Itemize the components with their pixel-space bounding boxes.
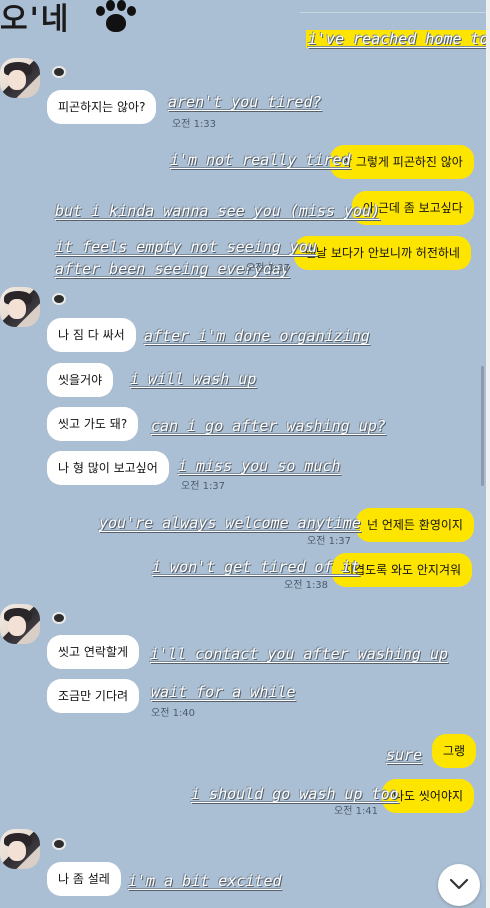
translation-caption: wait for a while — [151, 683, 296, 701]
message-bubble-incoming[interactable]: 나 형 많이 보고싶어 — [47, 451, 169, 485]
timestamp: 오전 1:37 — [181, 481, 226, 492]
timestamp: 오전 1:33 — [172, 119, 217, 130]
timestamp: 오전 1:40 — [151, 708, 196, 719]
chat-title: 오'네 — [0, 2, 71, 37]
profile-badge-icon — [52, 838, 66, 850]
chat-screen: 오'네 i've reached home too 피곤하지는 않아? aren… — [0, 0, 486, 908]
message-bubble-incoming[interactable]: 조금만 기다려 — [47, 679, 140, 713]
translation-caption: after i'm done organizing — [144, 327, 370, 345]
paw-icon — [94, 0, 138, 36]
avatar[interactable] — [0, 287, 40, 327]
translation-caption: you're always welcome anytime — [99, 514, 361, 532]
profile-badge-icon — [52, 66, 66, 78]
translation-caption: i'll contact you after washing up — [150, 645, 449, 663]
message-bubble-incoming[interactable]: 씻고 연락할게 — [47, 635, 140, 669]
chevron-down-icon — [449, 878, 469, 890]
translation-caption: i won't get tired of it — [152, 558, 360, 576]
translation-caption: can i go after washing up? — [151, 417, 386, 435]
avatar[interactable] — [0, 604, 40, 644]
translation-caption: i miss you so much — [178, 457, 341, 475]
translation-caption: sure — [386, 746, 423, 764]
scroll-to-bottom-button[interactable] — [438, 864, 480, 906]
translation-caption: i will wash up — [130, 370, 257, 388]
message-bubble-incoming[interactable]: 씻고 가도 돼? — [47, 407, 139, 441]
translation-caption: it feels empty not seeing you — [55, 238, 317, 256]
translation-caption: i should go wash up too — [191, 785, 399, 803]
message-bubble-outgoing[interactable]: 맨날 보다가 안보니까 허전하네 — [294, 236, 471, 270]
timestamp: 오전 1:37 — [246, 263, 291, 274]
message-bubble-incoming[interactable]: 나 좀 설레 — [47, 862, 121, 896]
timestamp: 오전 1:37 — [307, 536, 352, 547]
avatar[interactable] — [0, 829, 40, 869]
message-bubble-incoming[interactable]: 나 짐 다 싸서 — [47, 318, 136, 352]
message-bubble-outgoing[interactable]: 그랭 — [432, 734, 477, 768]
timestamp: 오전 1:41 — [334, 806, 379, 817]
translation-caption: i'm not really tired — [170, 151, 351, 169]
message-bubble-outgoing[interactable]: 막 그렇게 피곤하진 않아 — [330, 145, 474, 179]
translation-caption: i've reached home too — [306, 30, 486, 48]
profile-badge-icon — [52, 612, 66, 624]
scrollbar[interactable] — [481, 366, 484, 486]
timestamp: 오전 1:38 — [284, 580, 329, 591]
avatar[interactable] — [0, 58, 40, 98]
message-bubble-incoming[interactable]: 피곤하지는 않아? — [47, 90, 157, 124]
message-bubble-incoming[interactable]: 씻을거야 — [47, 363, 114, 397]
translation-caption: i'm a bit excited — [128, 872, 282, 890]
profile-badge-icon — [52, 293, 66, 305]
translation-caption: but i kinda wanna see you (miss you) — [55, 202, 381, 220]
message-bubble-outgoing[interactable]: 넌 언제든 환영이지 — [356, 508, 474, 542]
translation-caption: aren't you tired? — [168, 93, 322, 111]
